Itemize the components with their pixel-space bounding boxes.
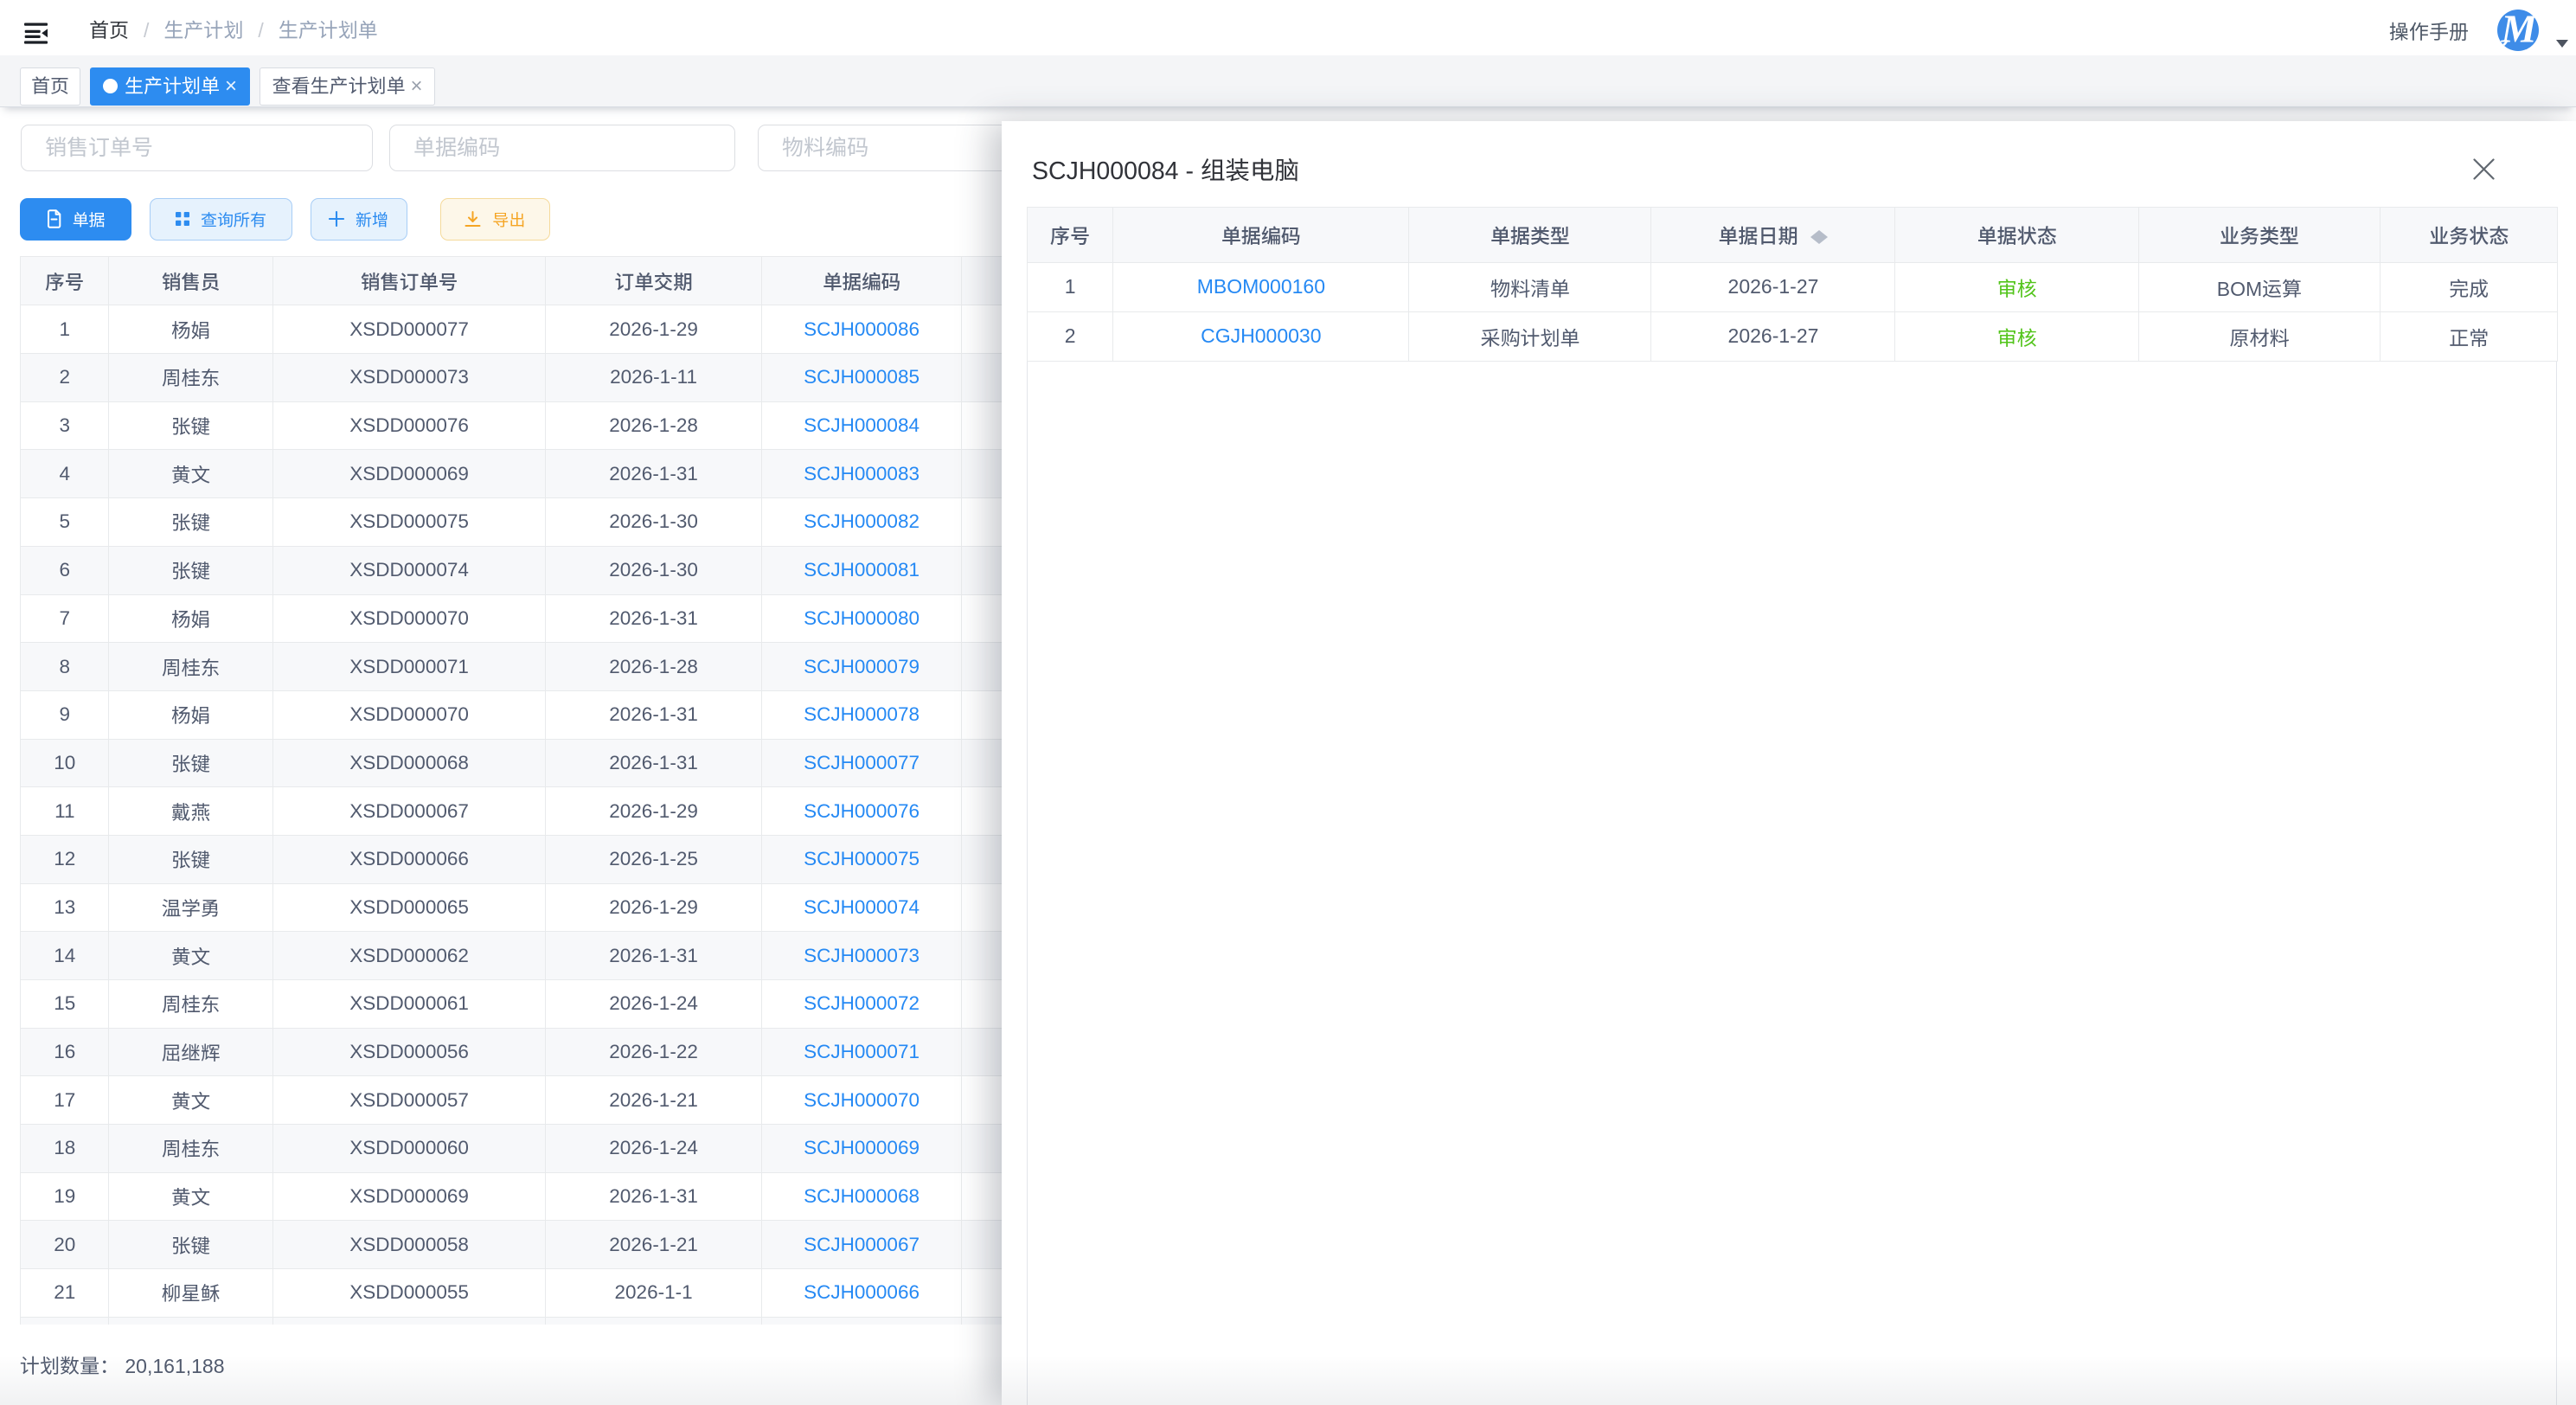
svg-text:M: M xyxy=(2501,10,2539,51)
